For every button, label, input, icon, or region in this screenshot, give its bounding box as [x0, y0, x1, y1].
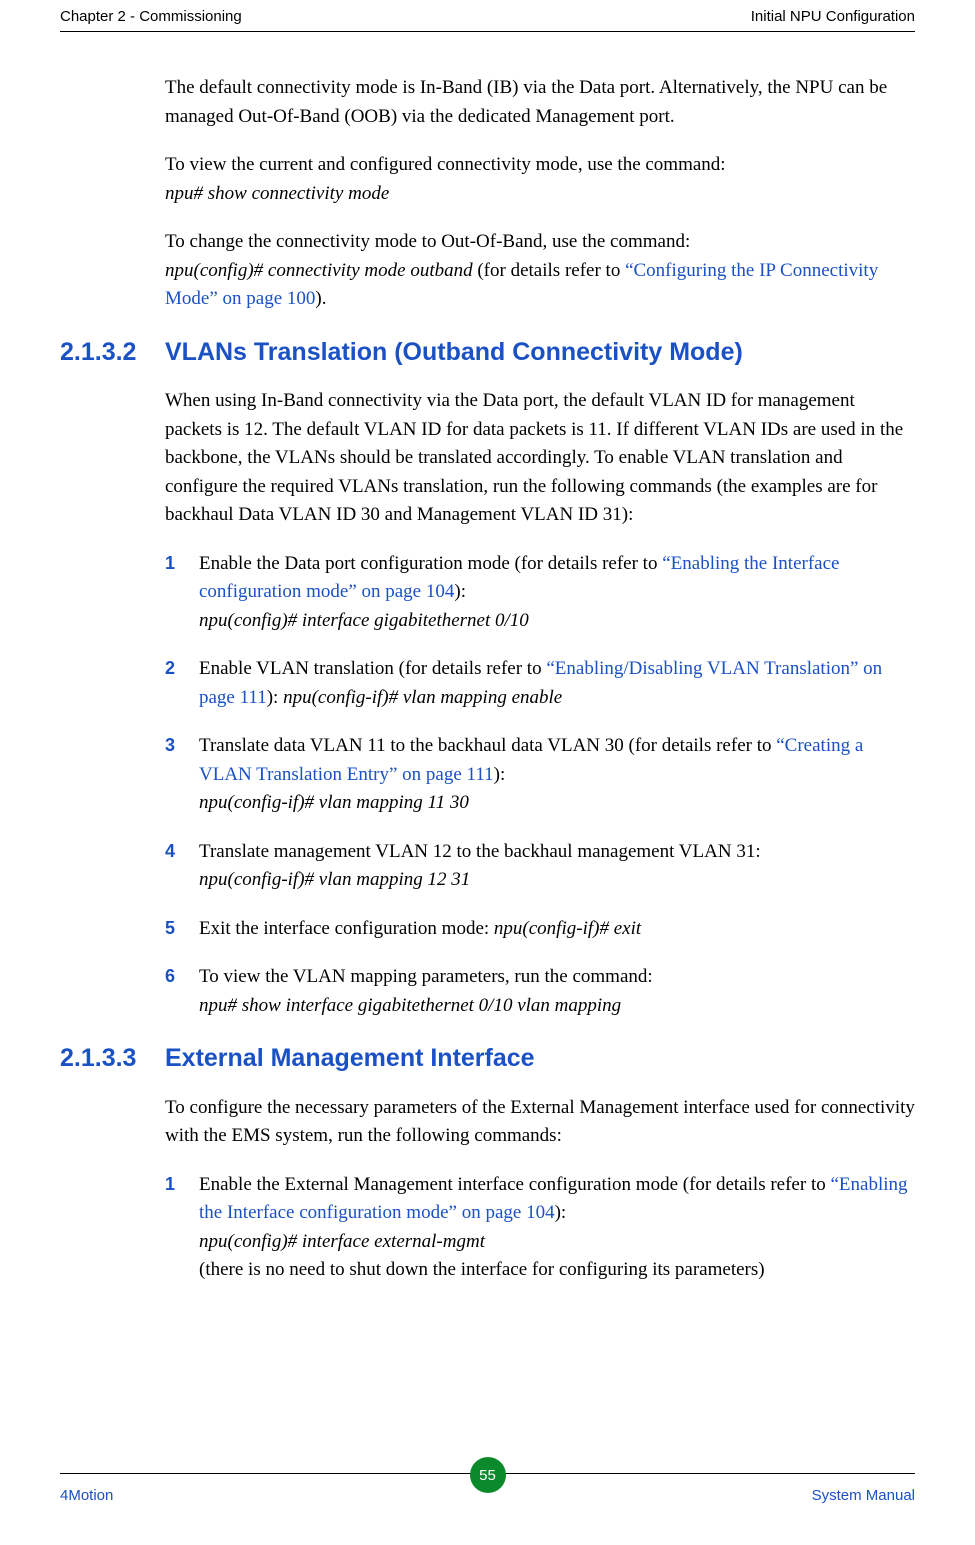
- step-number: 4: [165, 838, 175, 865]
- paragraph: The default connectivity mode is In-Band…: [165, 74, 915, 131]
- section-title: External Management Interface: [165, 1040, 535, 1078]
- footer-right: System Manual: [812, 1487, 915, 1504]
- section-heading: 2.1.3.2 VLANs Translation (Outband Conne…: [60, 334, 915, 372]
- list-item: 2 Enable VLAN translation (for details r…: [165, 655, 915, 712]
- ordered-steps: 1 Enable the Data port configuration mod…: [165, 550, 915, 1021]
- paragraph: To configure the necessary parameters of…: [165, 1094, 915, 1151]
- section-title: VLANs Translation (Outband Connectivity …: [165, 334, 743, 372]
- text: To view the VLAN mapping parameters, run…: [199, 966, 653, 987]
- step-number: 1: [165, 550, 175, 577]
- command-text: npu(config-if)# vlan mapping 11 30: [199, 792, 469, 813]
- step-number: 6: [165, 963, 175, 990]
- header-left: Chapter 2 - Commissioning: [60, 8, 242, 25]
- section-number: 2.1.3.2: [60, 334, 165, 372]
- section-heading: 2.1.3.3 External Management Interface: [60, 1040, 915, 1078]
- paragraph: To view the current and configured conne…: [165, 151, 915, 208]
- list-item: 6 To view the VLAN mapping parameters, r…: [165, 963, 915, 1020]
- list-item: 5 Exit the interface configuration mode:…: [165, 915, 915, 944]
- page-number: 55: [479, 1467, 496, 1484]
- text: ):: [494, 764, 506, 785]
- ordered-steps: 1 Enable the External Management interfa…: [165, 1171, 915, 1285]
- command-text: npu(config)# interface gigabitethernet 0…: [199, 610, 529, 631]
- page-header: Chapter 2 - Commissioning Initial NPU Co…: [60, 0, 915, 32]
- text: To view the current and configured conne…: [165, 154, 726, 175]
- body-content: The default connectivity mode is In-Band…: [60, 32, 915, 1285]
- footer-left: 4Motion: [60, 1487, 113, 1504]
- command-text: npu# show interface gigabitethernet 0/10…: [199, 995, 621, 1016]
- section-number: 2.1.3.3: [60, 1040, 165, 1078]
- step-number: 1: [165, 1171, 175, 1198]
- text: Enable VLAN translation (for details ref…: [199, 658, 546, 679]
- text: Translate management VLAN 12 to the back…: [199, 841, 761, 862]
- paragraph: To change the connectivity mode to Out-O…: [165, 228, 915, 314]
- header-right: Initial NPU Configuration: [751, 8, 915, 25]
- command-text: npu(config-if)# exit: [494, 918, 641, 939]
- command-text: npu(config-if)# vlan mapping 12 31: [199, 869, 470, 890]
- step-number: 3: [165, 732, 175, 759]
- text: ):: [555, 1202, 567, 1223]
- text: (for details refer to: [473, 260, 625, 281]
- page-footer: 4Motion 55 System Manual: [0, 1473, 975, 1515]
- list-item: 1 Enable the External Management interfa…: [165, 1171, 915, 1285]
- list-item: 4 Translate management VLAN 12 to the ba…: [165, 838, 915, 895]
- text: Translate data VLAN 11 to the backhaul d…: [199, 735, 776, 756]
- text: To change the connectivity mode to Out-O…: [165, 231, 690, 252]
- command-text: npu(config-if)# vlan mapping enable: [283, 687, 562, 708]
- page-number-badge: 55: [470, 1457, 506, 1493]
- text: Enable the External Management interface…: [199, 1174, 830, 1195]
- paragraph: When using In-Band connectivity via the …: [165, 387, 915, 530]
- text: ).: [315, 288, 326, 309]
- text: Exit the interface configuration mode:: [199, 918, 494, 939]
- text: ):: [454, 581, 466, 602]
- command-text: npu# show connectivity mode: [165, 183, 389, 204]
- step-number: 5: [165, 915, 175, 942]
- text: ):: [267, 687, 283, 708]
- text: (there is no need to shut down the inter…: [199, 1259, 765, 1280]
- step-number: 2: [165, 655, 175, 682]
- list-item: 1 Enable the Data port configuration mod…: [165, 550, 915, 636]
- list-item: 3 Translate data VLAN 11 to the backhaul…: [165, 732, 915, 818]
- command-text: npu(config)# connectivity mode outband: [165, 260, 473, 281]
- command-text: npu(config)# interface external-mgmt: [199, 1231, 485, 1252]
- text: Enable the Data port configuration mode …: [199, 553, 662, 574]
